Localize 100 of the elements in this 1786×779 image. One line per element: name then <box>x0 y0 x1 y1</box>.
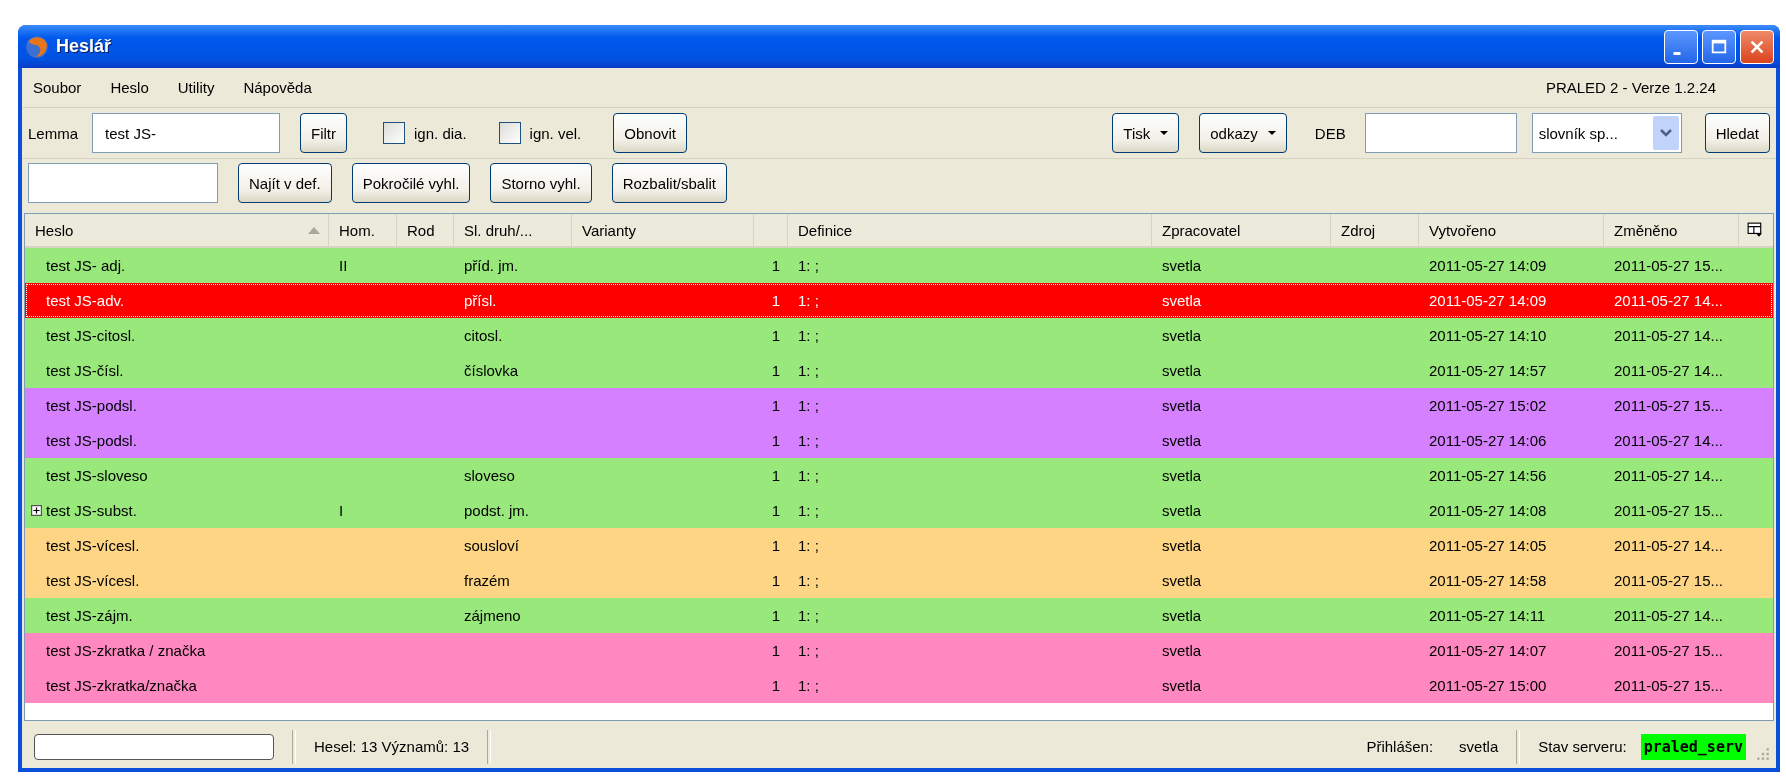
table-row[interactable]: test JS-zkratka / značka 1 1: ; svetla 2011-05-27 14:07 2011-05-27 15... <box>25 633 1773 668</box>
user-name: svetla <box>1459 738 1499 755</box>
resize-grip-icon[interactable] <box>1756 746 1770 761</box>
modified-cell: 2011-05-27 15... <box>1614 502 1723 519</box>
toolbar-button[interactable]: Rozbalit/sbalit <box>611 163 727 203</box>
table-row[interactable]: test JS-sloveso sloveso 1 1: ; svetla 2011-05-27 14:56 2011-05-27 14... <box>25 458 1773 493</box>
fox-globe-icon <box>24 33 50 60</box>
toolbar-button[interactable]: Pokročilé vyhl. <box>351 163 471 203</box>
headword-cell: test JS-vícesl. <box>46 572 140 589</box>
checkbox[interactable] <box>383 122 406 144</box>
column-header[interactable]: Zdroj <box>1331 214 1419 246</box>
created-cell: 2011-05-27 14:56 <box>1429 467 1547 484</box>
headword-cell: test JS-podsl. <box>46 397 137 414</box>
column-chooser-icon[interactable] <box>1747 222 1763 238</box>
author-cell: svetla <box>1162 537 1202 554</box>
table-row[interactable]: test JS-čísl. číslovka 1 1: ; svetla 2011-05-27 14:57 2011-05-27 14... <box>25 353 1773 388</box>
modified-cell: 2011-05-27 15... <box>1614 257 1723 274</box>
caret-icon <box>1160 131 1169 135</box>
count-cell: 1 <box>771 677 780 694</box>
definition-cell: 1: ; <box>798 362 819 379</box>
expand-icon[interactable] <box>31 505 42 516</box>
column-header[interactable]: Rod <box>397 214 454 246</box>
table-row[interactable]: test JS-adv. přísl. 1 1: ; svetla 2011-05-27 14:09 2011-05-27 14... <box>25 283 1773 318</box>
column-header[interactable]: Varianty <box>572 214 754 246</box>
column-header[interactable]: Vytvořeno <box>1419 214 1604 246</box>
column-header[interactable]: Definice <box>788 214 1152 246</box>
menu-item[interactable]: Soubor <box>33 79 82 96</box>
created-cell: 2011-05-27 14:58 <box>1429 572 1547 589</box>
author-cell: svetla <box>1162 257 1202 274</box>
count-cell: 1 <box>771 432 780 449</box>
modified-cell: 2011-05-27 15... <box>1614 642 1723 659</box>
word-class-cell: podst. jm. <box>464 502 530 519</box>
modified-cell: 2011-05-27 15... <box>1614 677 1723 694</box>
toolbar-button[interactable]: Storno vyhl. <box>490 163 592 203</box>
table-row[interactable]: test JS-podsl. 1 1: ; svetla 2011-05-27 14:06 2011-05-27 14... <box>25 423 1773 458</box>
definition-cell: 1: ; <box>798 397 819 414</box>
created-cell: 2011-05-27 14:11 <box>1429 607 1546 624</box>
deb-field[interactable] <box>1364 113 1517 153</box>
server-status-label: Stav serveru: <box>1538 738 1627 755</box>
search-button[interactable]: Hledat <box>1704 113 1770 153</box>
headword-cell: test JS-zkratka / značka <box>46 642 206 659</box>
dictionary-select[interactable]: slovník sp... <box>1531 113 1682 153</box>
minimize-button[interactable] <box>1664 29 1698 64</box>
table-row[interactable]: test JS-subst. I podst. jm. 1 1: ; svetla 2011-05-27 14:08 2011-05-27 15... <box>25 493 1773 528</box>
logged-in-label: Přihlášen: <box>1366 738 1434 755</box>
filter-button[interactable]: Filtr <box>300 113 348 153</box>
count-cell: 1 <box>771 642 780 659</box>
table-row[interactable]: test JS-vícesl. sousloví 1 1: ; svetla 2011-05-27 14:05 2011-05-27 14... <box>25 528 1773 563</box>
created-cell: 2011-05-27 14:08 <box>1429 502 1547 519</box>
modified-cell: 2011-05-27 14... <box>1614 467 1723 484</box>
lemma-field[interactable]: test JS- <box>92 113 281 153</box>
table-row[interactable]: test JS-citosl. citosl. 1 1: ; svetla 2011-05-27 14:10 2011-05-27 14... <box>25 318 1773 353</box>
status-field[interactable] <box>34 733 274 760</box>
count-cell: 1 <box>771 607 780 624</box>
author-cell: svetla <box>1162 292 1202 309</box>
search-field[interactable] <box>28 163 218 203</box>
maximize-button[interactable] <box>1702 29 1736 64</box>
definition-cell: 1: ; <box>798 642 819 659</box>
column-header[interactable]: Sl. druh/... <box>454 214 572 246</box>
headword-cell: test JS-sloveso <box>46 467 148 484</box>
menu-item[interactable]: Nápověda <box>243 79 312 96</box>
definition-cell: 1: ; <box>798 292 819 309</box>
definition-cell: 1: ; <box>798 537 819 554</box>
definition-cell: 1: ; <box>798 607 819 624</box>
word-class-cell: příd. jm. <box>464 257 519 274</box>
created-cell: 2011-05-27 14:05 <box>1429 537 1547 554</box>
column-header[interactable]: Změněno <box>1604 214 1739 246</box>
count-cell: 1 <box>771 257 780 274</box>
column-header[interactable]: Zpracovatel <box>1152 214 1331 246</box>
count-cell: 1 <box>771 327 780 344</box>
table-row[interactable]: test JS-podsl. 1 1: ; svetla 2011-05-27 15:02 2011-05-27 15... <box>25 388 1773 423</box>
menu-item[interactable]: Utility <box>177 79 215 96</box>
chevron-down-icon <box>1659 129 1672 137</box>
print-button[interactable]: Tisk <box>1112 113 1180 153</box>
definition-cell: 1: ; <box>798 572 819 589</box>
author-cell: svetla <box>1162 572 1202 589</box>
menu-item[interactable]: Heslo <box>110 79 149 96</box>
table-row[interactable]: test JS-zkratka/značka 1 1: ; svetla 2011-05-27 15:00 2011-05-27 15... <box>25 668 1773 703</box>
word-class-cell: číslovka <box>464 362 519 379</box>
window-title: Heslář <box>56 36 112 57</box>
author-cell: svetla <box>1162 502 1202 519</box>
sort-arrow-icon <box>308 226 320 234</box>
column-header[interactable]: Heslo <box>25 214 329 246</box>
refresh-button[interactable]: Obnovit <box>613 113 687 153</box>
definition-cell: 1: ; <box>798 257 819 274</box>
column-header[interactable]: Hom. <box>329 214 397 246</box>
toolbar-button[interactable]: Najít v def. <box>238 163 332 203</box>
checkbox[interactable] <box>498 122 521 144</box>
links-button[interactable]: odkazy <box>1199 113 1287 153</box>
headword-cell: test JS-zájm. <box>46 607 133 624</box>
headword-cell: test JS- adj. <box>46 257 126 274</box>
table-row[interactable]: test JS- adj. II příd. jm. 1 1: ; svetla 2011-05-27 14:09 2011-05-27 15... <box>25 248 1773 283</box>
modified-cell: 2011-05-27 14... <box>1614 327 1723 344</box>
checkbox-label: ign. vel. <box>529 124 582 142</box>
table-row[interactable]: test JS-zájm. zájmeno 1 1: ; svetla 2011-05-27 14:11 2011-05-27 14... <box>25 598 1773 633</box>
table-row[interactable]: test JS-vícesl. frazém 1 1: ; svetla 2011-05-27 14:58 2011-05-27 15... <box>25 563 1773 598</box>
close-button[interactable] <box>1740 29 1774 64</box>
definition-cell: 1: ; <box>798 502 819 519</box>
author-cell: svetla <box>1162 677 1202 694</box>
headword-cell: test JS-čísl. <box>46 362 124 379</box>
